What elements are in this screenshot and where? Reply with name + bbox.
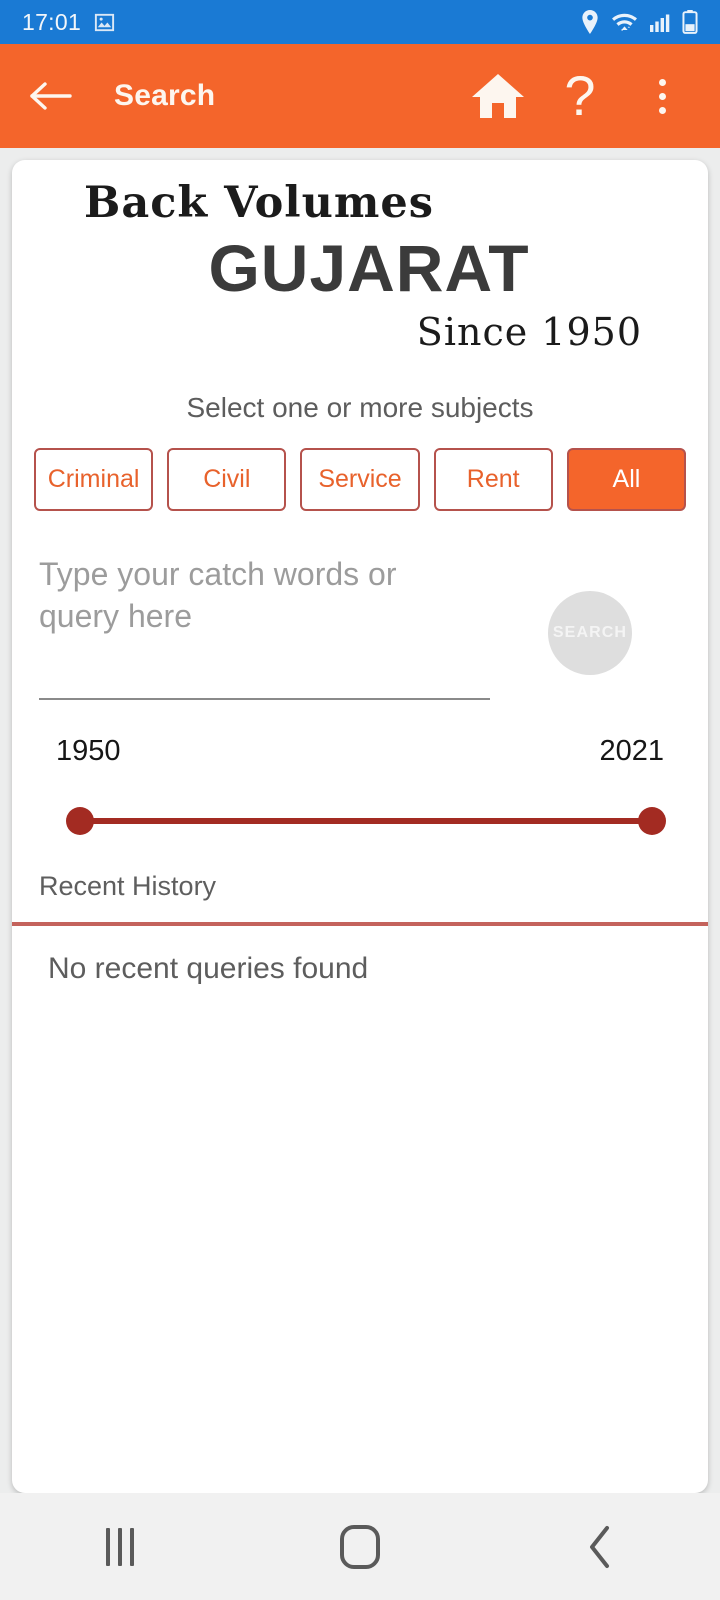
subject-chip-criminal[interactable]: Criminal	[34, 448, 154, 511]
nav-home-button[interactable]	[240, 1493, 480, 1600]
status-bar-right	[580, 10, 698, 34]
phone-screen: 17:01 Search ? Back Volumes GUJARAT Sinc…	[0, 0, 720, 1600]
overflow-menu-icon[interactable]	[634, 68, 690, 124]
year-range-labels: 1950 2021	[12, 735, 708, 768]
year-range-slider[interactable]	[66, 807, 666, 835]
back-chevron-icon	[587, 1525, 613, 1569]
app-bar-actions: ?	[470, 68, 694, 124]
battery-icon	[682, 10, 698, 34]
question-mark-glyph: ?	[564, 64, 596, 127]
nav-recent-apps-button[interactable]	[0, 1493, 240, 1600]
search-input-underline	[39, 698, 490, 700]
help-icon[interactable]: ?	[552, 68, 608, 124]
subject-chip-group: Criminal Civil Service Rent All	[12, 448, 708, 511]
recent-apps-icon	[106, 1527, 134, 1566]
slider-thumb-min[interactable]	[66, 807, 94, 835]
subject-chip-service[interactable]: Service	[300, 448, 420, 511]
year-range-block: 1950 2021	[12, 735, 708, 865]
app-bar: Search ?	[0, 44, 720, 148]
home-squircle-icon	[340, 1524, 380, 1569]
back-button[interactable]	[26, 72, 74, 120]
status-bar: 17:01	[0, 0, 720, 44]
logo-line-back-volumes: Back Volumes	[84, 178, 434, 228]
logo-line-since: Since 1950	[416, 310, 642, 354]
status-bar-left: 17:01	[22, 9, 116, 36]
page-title: Search	[114, 79, 216, 112]
subject-chip-rent[interactable]: Rent	[433, 448, 553, 511]
app-logo: Back Volumes GUJARAT Since 1950	[12, 160, 708, 358]
home-icon[interactable]	[470, 68, 526, 124]
recent-history-empty-message: No recent queries found	[48, 952, 369, 985]
year-max-label: 2021	[599, 735, 664, 767]
android-nav-bar	[0, 1493, 720, 1600]
slider-track	[80, 818, 652, 824]
recent-history-title: Recent History	[39, 871, 217, 901]
nav-back-button[interactable]	[480, 1493, 720, 1600]
search-card: Back Volumes GUJARAT Since 1950 Select o…	[12, 160, 708, 1493]
subject-chip-all[interactable]: All	[566, 448, 687, 511]
search-input[interactable]: Type your catch words or query here	[39, 553, 469, 637]
recent-history-divider	[12, 922, 708, 926]
subject-prompt: Select one or more subjects	[186, 392, 534, 423]
status-bar-clock: 17:01	[22, 8, 82, 35]
wifi-icon	[611, 10, 638, 34]
location-pin-icon	[580, 10, 600, 34]
logo-line-gujarat: GUJARAT	[208, 231, 530, 305]
year-min-label: 1950	[56, 735, 121, 767]
subject-chip-civil[interactable]: Civil	[167, 448, 287, 511]
signal-bars-icon	[649, 11, 671, 33]
search-button-label: SEARCH	[552, 624, 628, 641]
image-icon	[93, 11, 116, 34]
search-button[interactable]: SEARCH	[548, 591, 632, 675]
three-dots-glyph	[658, 78, 666, 114]
slider-thumb-max[interactable]	[638, 807, 666, 835]
